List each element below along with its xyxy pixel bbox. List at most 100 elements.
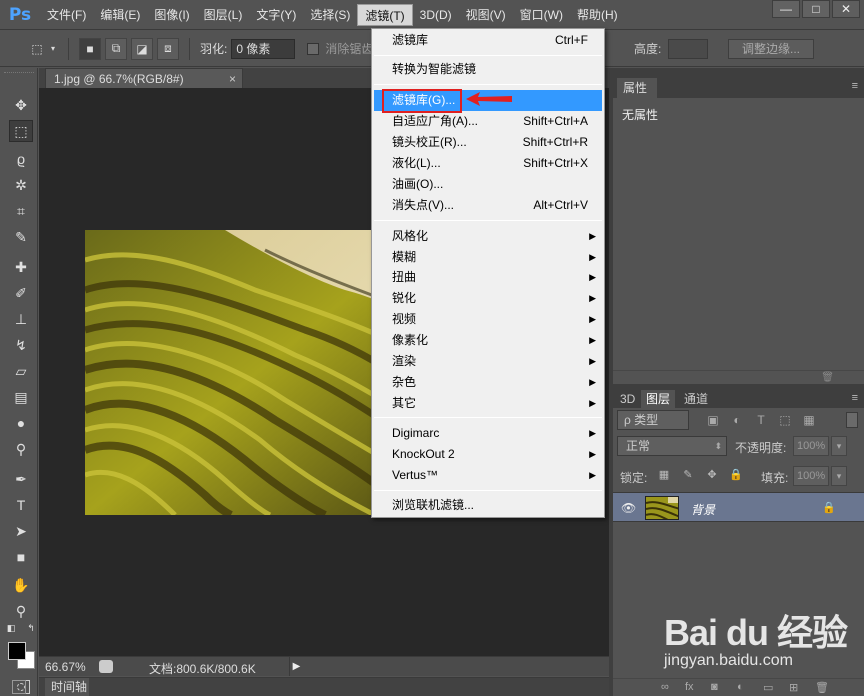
lock-transparency-icon[interactable]: ▦: [657, 468, 671, 482]
gradient-tool-icon[interactable]: ▤: [9, 386, 33, 408]
menu-item-vanishing-point[interactable]: 消失点(V)... Alt+Ctrl+V: [374, 195, 602, 216]
visibility-eye-icon[interactable]: 👁: [621, 501, 636, 515]
menu-file[interactable]: 文件(F): [40, 4, 93, 26]
opacity-dropdown-icon[interactable]: ▾: [831, 436, 847, 456]
clone-stamp-tool-icon[interactable]: ⊥: [9, 308, 33, 330]
layer-filter-kind[interactable]: ρ 类型: [617, 410, 689, 430]
adjustment-filter-icon[interactable]: ◐: [729, 412, 745, 428]
menu-window[interactable]: 窗口(W): [513, 4, 570, 26]
adjustment-layer-icon[interactable]: ◐: [737, 681, 744, 693]
pixel-filter-icon[interactable]: ▣: [705, 412, 721, 428]
preset-dropdown-icon[interactable]: ▾: [48, 38, 58, 60]
hand-tool-icon[interactable]: ✋: [9, 574, 33, 596]
lock-position-icon[interactable]: ✥: [705, 468, 719, 482]
menu-item-oil-paint[interactable]: 油画(O)...: [374, 174, 602, 195]
menu-item-pixelate[interactable]: 像素化 ▶: [374, 330, 602, 351]
menu-select[interactable]: 选择(S): [303, 4, 357, 26]
add-selection-icon[interactable]: ⧉: [105, 37, 127, 60]
opacity-input[interactable]: 100%: [793, 436, 829, 456]
move-tool-icon[interactable]: ✥: [9, 94, 33, 116]
dodge-tool-icon[interactable]: ⚲: [9, 438, 33, 460]
menu-filter[interactable]: 滤镜(T): [357, 3, 413, 26]
menu-item-lens-correction[interactable]: 镜头校正(R)... Shift+Ctrl+R: [374, 132, 602, 153]
menu-item-knockout[interactable]: KnockOut 2 ▶: [374, 444, 602, 465]
menu-3d[interactable]: 3D(D): [413, 4, 459, 26]
blend-mode-select[interactable]: 正常 ⬍: [617, 436, 727, 456]
foreground-color-swatch[interactable]: [8, 642, 26, 660]
type-tool-icon[interactable]: T: [9, 494, 33, 516]
status-menu-arrow-icon[interactable]: ▶: [289, 657, 303, 676]
eraser-tool-icon[interactable]: ▱: [9, 360, 33, 382]
tab-channels[interactable]: 通道: [679, 390, 713, 408]
lock-pixels-icon[interactable]: ✎: [681, 468, 695, 482]
magic-wand-tool-icon[interactable]: ✲: [9, 174, 33, 196]
menu-image[interactable]: 图像(I): [147, 4, 196, 26]
new-group-icon[interactable]: ▭: [763, 681, 773, 694]
layer-row-background[interactable]: 👁 背景 🔒: [613, 492, 864, 522]
smart-object-filter-icon[interactable]: ▦: [801, 412, 817, 428]
add-mask-icon[interactable]: ◙: [711, 681, 718, 693]
maximize-button[interactable]: □: [802, 0, 830, 18]
menu-type[interactable]: 文字(Y): [249, 4, 303, 26]
menu-item-video[interactable]: 视频 ▶: [374, 309, 602, 330]
refine-edge-button[interactable]: 调整边缘...: [728, 39, 814, 59]
timeline-tab[interactable]: 时间轴: [45, 678, 89, 696]
layer-style-icon[interactable]: fx: [685, 681, 694, 693]
height-input[interactable]: [668, 39, 708, 59]
trash-icon[interactable]: 🗑: [821, 372, 834, 383]
lasso-tool-icon[interactable]: ϱ: [9, 148, 33, 170]
pen-tool-icon[interactable]: ✒: [9, 468, 33, 490]
marquee-tool-icon[interactable]: ⬚: [9, 120, 33, 142]
menu-item-digimarc[interactable]: Digimarc ▶: [374, 423, 602, 444]
menu-view[interactable]: 视图(V): [459, 4, 513, 26]
subtract-selection-icon[interactable]: ◪: [131, 37, 153, 60]
menu-item-liquify[interactable]: 液化(L)... Shift+Ctrl+X: [374, 153, 602, 174]
default-colors-icon[interactable]: ◧: [4, 622, 18, 634]
antialias-checkbox[interactable]: [307, 42, 320, 55]
close-button[interactable]: ✕: [832, 0, 860, 18]
menu-item-convert-smart-filter[interactable]: 转换为智能滤镜: [374, 59, 602, 80]
menu-edit[interactable]: 编辑(E): [93, 4, 147, 26]
brush-tool-icon[interactable]: ✐: [9, 282, 33, 304]
layers-menu-icon[interactable]: ≡: [852, 392, 858, 404]
panel-collapse-strip[interactable]: [613, 68, 864, 78]
marquee-preset-icon[interactable]: ⬚: [26, 38, 48, 60]
tab-layers[interactable]: 图层: [641, 390, 676, 408]
minimize-button[interactable]: —: [772, 0, 800, 18]
zoom-level[interactable]: 66.67%: [45, 660, 86, 674]
tab-properties[interactable]: 属性: [617, 78, 657, 98]
menu-item-stylize[interactable]: 风格化 ▶: [374, 226, 602, 247]
menu-item-other[interactable]: 其它 ▶: [374, 393, 602, 414]
menu-item-render[interactable]: 渲染 ▶: [374, 351, 602, 372]
shape-filter-icon[interactable]: ⬚: [777, 412, 793, 428]
menu-item-adaptive-wide-angle[interactable]: 自适应广角(A)... Shift+Ctrl+A: [374, 111, 602, 132]
link-layers-icon[interactable]: ∞: [661, 681, 669, 693]
status-info-icon[interactable]: [99, 660, 113, 673]
timeline-icon[interactable]: [12, 680, 26, 694]
eyedropper-tool-icon[interactable]: ✎: [9, 226, 33, 248]
document-tab[interactable]: 1.jpg @ 66.7%(RGB/8#) ×: [45, 68, 243, 88]
menu-item-vertus[interactable]: Vertus™ ▶: [374, 465, 602, 486]
crop-tool-icon[interactable]: ⌗: [9, 200, 33, 222]
menu-item-noise[interactable]: 杂色 ▶: [374, 372, 602, 393]
fill-dropdown-icon[interactable]: ▾: [831, 466, 847, 486]
new-layer-icon[interactable]: ⊞: [789, 681, 798, 694]
menu-item-browse-online[interactable]: 浏览联机滤镜...: [374, 495, 602, 516]
filter-toggle[interactable]: [846, 412, 858, 428]
menu-layer[interactable]: 图层(L): [197, 4, 250, 26]
menu-help[interactable]: 帮助(H): [570, 4, 625, 26]
delete-layer-icon[interactable]: 🗑: [815, 681, 829, 694]
swap-colors-icon[interactable]: ↰: [24, 622, 38, 634]
fill-input[interactable]: 100%: [793, 466, 829, 486]
zoom-tool-icon[interactable]: ⚲: [9, 600, 33, 622]
shape-tool-icon[interactable]: ■: [9, 546, 33, 568]
close-tab-icon[interactable]: ×: [229, 69, 236, 89]
type-filter-icon[interactable]: T: [753, 412, 769, 428]
intersect-selection-icon[interactable]: ⧈: [157, 37, 179, 60]
path-selection-tool-icon[interactable]: ➤: [9, 520, 33, 542]
feather-input[interactable]: 0 像素: [231, 38, 296, 59]
healing-brush-tool-icon[interactable]: ✚: [9, 256, 33, 278]
menu-item-sharpen[interactable]: 锐化 ▶: [374, 288, 602, 309]
menu-item-distort[interactable]: 扭曲 ▶: [374, 267, 602, 288]
menu-item-blur[interactable]: 模糊 ▶: [374, 247, 602, 268]
